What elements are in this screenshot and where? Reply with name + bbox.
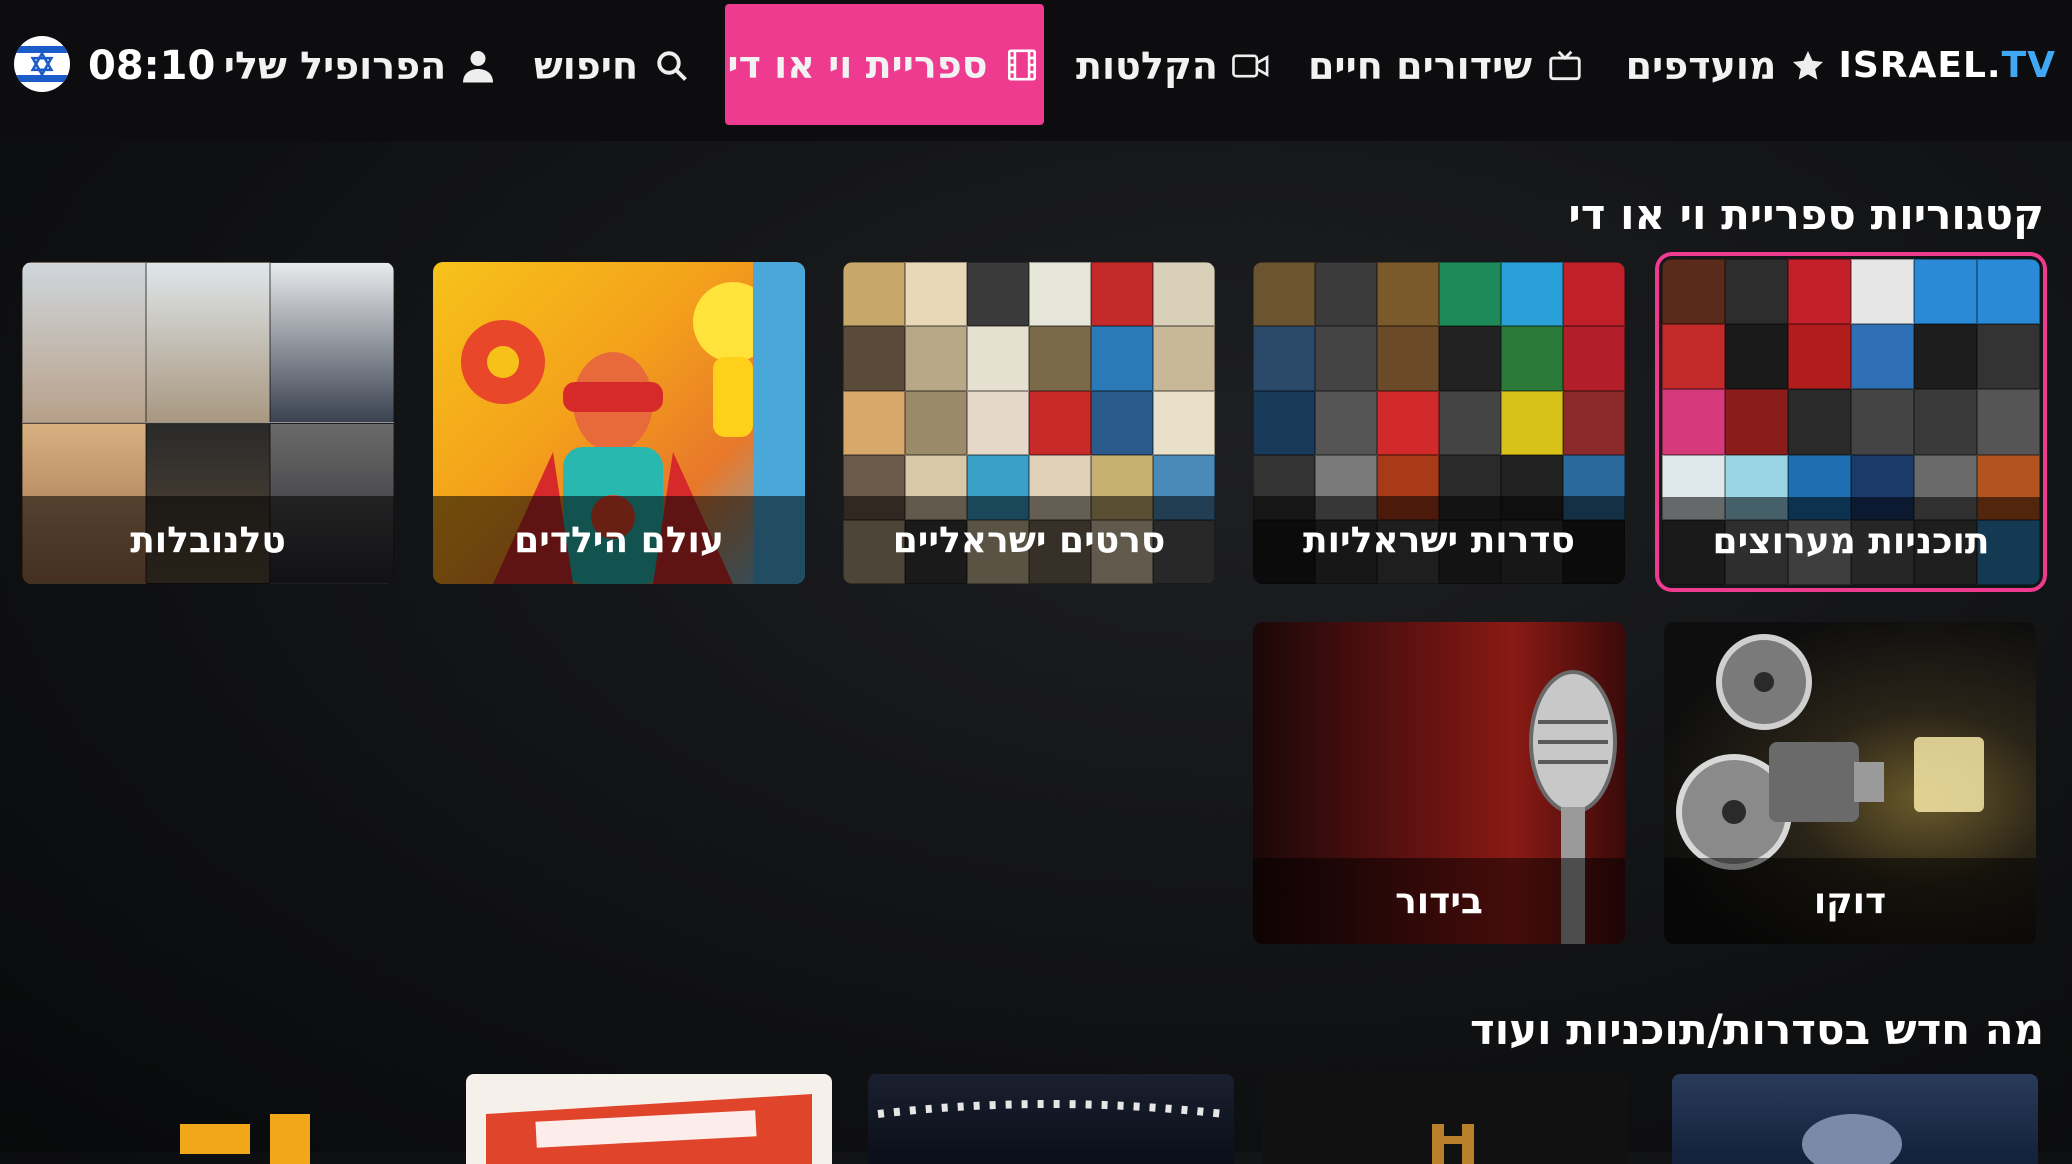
user-icon <box>460 46 496 86</box>
category-label-israeli-movies: סרטים ישראליים <box>843 496 1215 584</box>
category-tile-entertainment[interactable]: בידור <box>1253 622 1625 944</box>
brand-tv-suffix: TV <box>2001 45 2056 86</box>
search-icon <box>652 46 692 86</box>
category-tile-doco[interactable]: דוקו <box>1664 622 2036 944</box>
nav-favorites[interactable]: מועדפים <box>1626 0 1824 131</box>
film-strip-icon <box>1002 45 1042 85</box>
category-label-channel-shows: תוכניות מערוצים <box>1662 497 2040 585</box>
brand-name: ISRAEL. <box>1838 45 2002 86</box>
nav-vod-library[interactable]: ספריית וי או די <box>725 4 1044 125</box>
whats-new-thumbnail-4[interactable] <box>466 1074 832 1164</box>
live-tv-icon <box>1546 46 1584 86</box>
category-label-entertainment: בידור <box>1253 858 1625 944</box>
category-label-israeli-series: סדרות ישראליות <box>1253 496 1625 584</box>
nav-search-label: חיפוש <box>533 43 639 88</box>
category-tile-channel-shows[interactable]: תוכניות מערוצים <box>1655 252 2047 592</box>
nav-live-label: שידורים חיים <box>1307 43 1533 88</box>
video-camera-icon <box>1232 46 1270 86</box>
categories-section-title: קטגוריות ספריית וי או די <box>1568 190 2044 239</box>
category-tile-israeli-series[interactable]: סדרות ישראליות <box>1253 262 1625 584</box>
whats-new-thumbnail-3[interactable] <box>868 1074 1234 1164</box>
nav-favorites-label: מועדפים <box>1625 43 1777 88</box>
nav-recordings[interactable]: הקלטות <box>1076 0 1270 131</box>
clock: 08:10 <box>88 42 216 89</box>
category-tile-israeli-movies[interactable]: סרטים ישראליים <box>843 262 1215 584</box>
nav-my-profile[interactable]: הפרופיל שלי <box>224 0 494 131</box>
category-label-kids-world: עולם הילדים <box>433 496 805 584</box>
category-label-telenovelas: טלנובלות <box>22 496 394 584</box>
nav-live[interactable]: שידורים חיים <box>1308 0 1581 131</box>
whats-new-section-title: מה חדש בסדרות/תוכניות ועוד <box>1470 1005 2044 1054</box>
top-navigation-bar: ISRAEL. TV מועדפים שידורים חיים הקלטות ספ… <box>0 0 2072 141</box>
nav-profile-label: הפרופיל שלי <box>223 43 447 88</box>
brand-logo: ISRAEL. TV <box>1838 0 2056 131</box>
star-icon <box>1790 46 1826 86</box>
israel-flag-icon <box>14 36 70 92</box>
nav-vod-label: ספריית וי או די <box>727 42 988 87</box>
whats-new-thumbnail-1[interactable] <box>1672 1074 2038 1164</box>
nav-recordings-label: הקלטות <box>1076 43 1218 88</box>
category-label-doco: דוקו <box>1664 858 2036 944</box>
nav-search[interactable]: חיפוש <box>530 0 696 131</box>
whats-new-thumbnail-2[interactable] <box>1262 1074 1628 1164</box>
category-tile-telenovelas[interactable]: טלנובלות <box>22 262 394 584</box>
whats-new-thumbnail-5[interactable] <box>130 1074 380 1164</box>
category-tile-kids-world[interactable]: עולם הילדים <box>433 262 805 584</box>
